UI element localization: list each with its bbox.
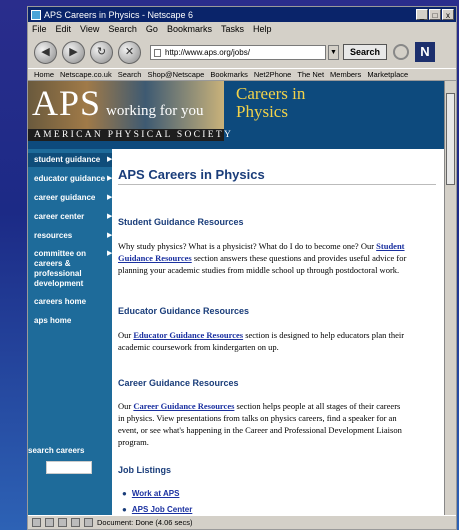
menu-help[interactable]: Help [253,24,272,34]
section-text-career: Our Career Guidance Resources section he… [118,400,408,448]
sidebar-item-educator-guidance[interactable]: educator guidance [34,174,105,183]
menu-edit[interactable]: Edit [56,24,72,34]
browser-window: APS Careers in Physics - Netscape 6 _ □ … [27,6,457,530]
menu-view[interactable]: View [80,24,99,34]
sidebar-item-committee[interactable]: committee on careers & professional deve… [34,249,102,289]
title-divider [118,184,436,185]
search-careers-input[interactable] [46,461,92,474]
section-text-pre: Our [118,330,134,340]
section-heading-line1: Careers in [236,84,306,103]
aps-job-center-link[interactable]: APS Job Center [132,505,192,514]
bullet-icon: ● [122,505,127,514]
forward-button[interactable]: ▶ [62,40,85,64]
section-heading-career: Career Guidance Resources [118,378,239,388]
vertical-scrollbar[interactable] [444,81,456,516]
netscape-logo-icon[interactable]: N [415,42,435,62]
sidebar-item-aps-home[interactable]: aps home [34,316,71,325]
sidebar-item-resources[interactable]: resources [34,231,72,240]
search-button[interactable]: Search [343,44,387,60]
mail-icon[interactable] [45,518,54,527]
menu-file[interactable]: File [32,24,47,34]
composer-icon[interactable] [71,518,80,527]
section-text-pre: Our [118,401,134,411]
scrollbar-thumb[interactable] [446,93,455,185]
career-guidance-link[interactable]: Career Guidance Resources [133,401,234,411]
netscape-app-icon [31,9,41,20]
main-content: APS Careers in Physics Student Guidance … [112,149,456,516]
menu-go[interactable]: Go [146,24,158,34]
aps-logo[interactable]: APS [32,83,101,123]
personal-toolbar: Home Netscape.co.uk Search Shop@Netscape… [28,68,456,81]
section-heading: Careers in Physics [236,85,305,121]
back-button[interactable]: ◀ [34,40,57,64]
left-sidebar: student guidance ▶ educator guidance ▶ c… [28,149,112,516]
stop-button[interactable]: ✕ [118,40,141,64]
aps-banner: APS working for you AMERICAN PHYSICAL SO… [28,81,456,149]
list-item: ● APS Job Center [122,505,192,514]
instant-messenger-icon[interactable] [58,518,67,527]
sidebar-item-career-guidance[interactable]: career guidance [34,193,95,202]
status-text: Document: Done (4.06 secs) [97,518,193,527]
sidebar-item-careers-home[interactable]: careers home [34,297,86,306]
section-text-educator: Our Educator Guidance Resources section … [118,329,408,353]
personal-item-bookmarks[interactable]: Bookmarks [210,70,248,79]
section-heading-line2: Physics [236,102,288,121]
section-heading-student: Student Guidance Resources [118,217,244,227]
menu-search[interactable]: Search [108,24,137,34]
job-listings-heading: Job Listings [118,465,172,475]
menu-bookmarks[interactable]: Bookmarks [167,24,212,34]
personal-item-search[interactable]: Search [118,70,142,79]
tagline: working for you [106,103,204,119]
navigation-toolbar: ◀ ▶ ↻ ✕ http://www.aps.org/jobs/ ▼ Searc… [28,36,456,68]
section-text-pre: Why study physics? What is a physicist? … [118,241,377,251]
minimize-button[interactable]: _ [416,9,428,20]
sidebar-item-career-center[interactable]: career center [34,212,84,221]
bullet-icon: ● [122,489,127,498]
reload-button[interactable]: ↻ [90,40,113,64]
personal-item-shop[interactable]: Shop@Netscape [147,70,204,79]
close-button[interactable]: x [442,9,454,20]
personal-item-marketplace[interactable]: Marketplace [367,70,408,79]
society-name: AMERICAN PHYSICAL SOCIETY [34,130,234,140]
section-heading-educator: Educator Guidance Resources [118,306,250,316]
work-at-aps-link[interactable]: Work at APS [132,489,180,498]
navigator-icon[interactable] [32,518,41,527]
personal-item-members[interactable]: Members [330,70,361,79]
url-text: http://www.aps.org/jobs/ [165,47,250,57]
page-title: APS Careers in Physics [118,167,265,182]
menu-tasks[interactable]: Tasks [221,24,244,34]
address-book-icon[interactable] [84,518,93,527]
section-text-student: Why study physics? What is a physicist? … [118,240,408,276]
throbber-icon [393,44,409,60]
search-careers-label: search careers [28,446,85,455]
personal-item-net2phone[interactable]: Net2Phone [254,70,292,79]
personal-item-the-net[interactable]: The Net [297,70,324,79]
url-dropdown-button[interactable]: ▼ [328,44,339,60]
title-bar: APS Careers in Physics - Netscape 6 _ □ … [28,7,456,22]
window-title: APS Careers in Physics - Netscape 6 [44,9,194,20]
url-field[interactable]: http://www.aps.org/jobs/ [150,44,326,60]
personal-item-netscape[interactable]: Netscape.co.uk [60,70,112,79]
sidebar-item-student-guidance[interactable]: student guidance [34,155,100,164]
page-content: APS working for you AMERICAN PHYSICAL SO… [28,81,456,516]
list-item: ● Work at APS [122,489,179,498]
maximize-button[interactable]: □ [429,9,441,20]
menu-bar: File Edit View Search Go Bookmarks Tasks… [28,22,456,36]
personal-item-home[interactable]: Home [34,70,54,79]
page-icon [154,48,161,57]
status-bar: Document: Done (4.06 secs) [28,515,456,529]
educator-guidance-link[interactable]: Educator Guidance Resources [133,330,243,340]
